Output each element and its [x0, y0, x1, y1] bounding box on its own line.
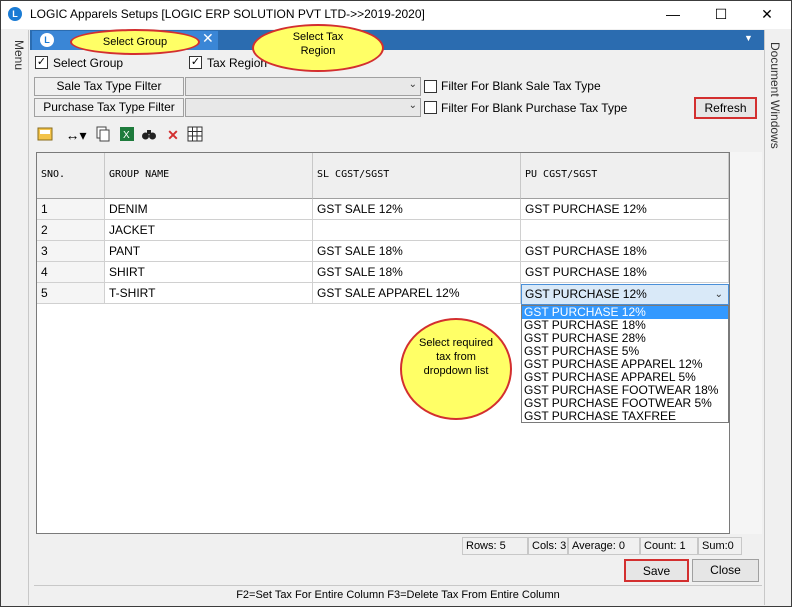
status-rows: Rows: 5 — [462, 537, 528, 555]
row-sno-cell[interactable]: 1 — [37, 199, 105, 220]
sale-tax-cell[interactable]: GST SALE 12% — [313, 199, 521, 220]
sale-tax-cell[interactable] — [313, 220, 521, 241]
status-cols: Cols: 3 — [528, 537, 568, 555]
maximize-button[interactable]: ☐ — [698, 1, 744, 28]
row-sno-cell[interactable]: 3 — [37, 241, 105, 262]
callout-select-tax-region: Select Tax Region — [252, 24, 384, 72]
blank-sale-tax-checkbox[interactable] — [424, 80, 437, 93]
tab-close-icon[interactable]: ✕ — [202, 30, 214, 47]
close-button[interactable]: Close — [692, 559, 759, 582]
delete-icon[interactable]: ✕ — [164, 126, 182, 144]
group-name-cell[interactable]: PANT — [105, 241, 313, 262]
tab-logo-icon: L — [40, 33, 54, 47]
shortcut-hint: F2=Set Tax For Entire Column F3=Delete T… — [34, 585, 762, 605]
blank-sale-tax-label: Filter For Blank Sale Tax Type — [441, 79, 601, 93]
purchase-tax-cell[interactable]: GST PURCHASE 18% — [521, 262, 729, 283]
sale-tax-type-filter-select[interactable]: ⌄ — [185, 77, 421, 96]
find-icon[interactable] — [140, 126, 158, 144]
tax-region-checkbox[interactable]: ✓ — [189, 56, 202, 69]
refresh-button[interactable]: Refresh — [694, 97, 757, 119]
save-layout-icon[interactable] — [36, 126, 54, 144]
group-name-cell[interactable]: SHIRT — [105, 262, 313, 283]
chevron-down-icon[interactable]: ⌄ — [715, 285, 723, 304]
select-group-checkbox[interactable]: ✓ — [35, 56, 48, 69]
group-name-cell[interactable]: DENIM — [105, 199, 313, 220]
grid-icon[interactable] — [186, 126, 204, 144]
svg-text:X: X — [123, 130, 130, 141]
status-sum: Sum:0 — [698, 537, 742, 555]
close-window-button[interactable]: ✕ — [744, 1, 790, 28]
sale-tax-cell[interactable]: GST SALE 18% — [313, 241, 521, 262]
window-title: LOGIC Apparels Setups [LOGIC ERP SOLUTIO… — [30, 7, 425, 21]
grid-toolbar: ↔▾ X ✕ — [34, 124, 762, 146]
tab-overflow-icon[interactable]: ▼ — [744, 33, 753, 43]
group-name-cell[interactable]: T-SHIRT — [105, 283, 313, 304]
purchase-tax-dropdown-list[interactable]: GST PURCHASE 12% GST PURCHASE 18% GST PU… — [521, 305, 729, 423]
column-width-icon[interactable]: ↔▾ — [64, 126, 88, 144]
purchase-tax-cell[interactable]: GST PURCHASE 18% — [521, 241, 729, 262]
row-sno-cell[interactable]: 5 — [37, 283, 105, 304]
save-button[interactable]: Save — [624, 559, 689, 582]
column-header-sl-cgst-sgst[interactable]: SL CGST/SGST — [313, 153, 521, 199]
purchase-tax-type-filter-label: Purchase Tax Type Filter — [34, 98, 184, 117]
copy-icon[interactable] — [94, 126, 112, 144]
purchase-tax-cell[interactable] — [521, 220, 729, 241]
row-sno-cell[interactable]: 2 — [37, 220, 105, 241]
sale-tax-type-filter-label: Sale Tax Type Filter — [34, 77, 184, 96]
callout-select-group: Select Group — [70, 29, 200, 55]
dropdown-option[interactable]: GST PURCHASE TAXFREE — [522, 410, 728, 423]
column-header-group-name[interactable]: GROUP NAME — [105, 153, 313, 199]
purchase-tax-cell[interactable]: GST PURCHASE 12% — [521, 199, 729, 220]
grid-empty-area — [730, 152, 762, 534]
app-logo-icon: L — [8, 7, 22, 21]
blank-purchase-tax-label: Filter For Blank Purchase Tax Type — [441, 101, 628, 115]
menu-side-panel[interactable] — [1, 30, 29, 605]
excel-icon[interactable]: X — [118, 126, 136, 144]
select-group-label: Select Group — [53, 56, 124, 70]
minimize-button[interactable]: — — [650, 1, 696, 28]
status-average: Average: 0 — [568, 537, 640, 555]
sale-tax-cell[interactable]: GST SALE 18% — [313, 262, 521, 283]
chevron-down-icon: ⌄ — [408, 100, 417, 111]
callout-select-tax-dropdown: Select required tax from dropdown list — [400, 318, 512, 420]
document-windows-label[interactable]: Document Windows — [768, 42, 782, 149]
row-sno-cell[interactable]: 4 — [37, 262, 105, 283]
blank-purchase-tax-checkbox[interactable] — [424, 101, 437, 114]
column-header-pu-cgst-sgst[interactable]: PU CGST/SGST — [521, 153, 729, 199]
purchase-tax-type-filter-select[interactable]: ⌄ — [185, 98, 421, 117]
column-header-sno[interactable]: SNO. — [37, 153, 105, 199]
chevron-down-icon: ⌄ — [408, 79, 417, 90]
sale-tax-cell[interactable]: GST SALE APPAREL 12% — [313, 283, 521, 304]
menu-side-label[interactable]: Menu — [2, 40, 26, 80]
group-name-cell[interactable]: JACKET — [105, 220, 313, 241]
purchase-tax-combo-editor[interactable]: GST PURCHASE 12% ⌄ — [521, 284, 729, 305]
purchase-tax-editor-value: GST PURCHASE 12% — [525, 287, 647, 301]
status-count: Count: 1 — [640, 537, 698, 555]
